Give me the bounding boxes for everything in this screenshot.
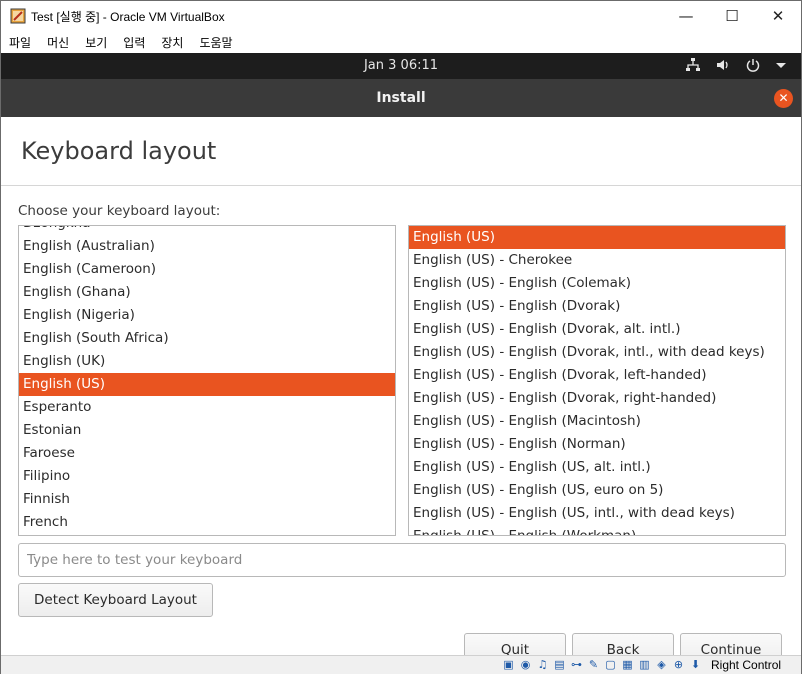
keyboard-test-input[interactable] [18,543,786,577]
optical-drive-icon[interactable]: ◉ [518,658,533,672]
guest-top-bar: Jan 3 06:11 [1,53,801,79]
host-key-label: Right Control [711,658,782,672]
clock[interactable]: Jan 3 06:11 [1,58,801,73]
list-item[interactable]: French [19,511,395,534]
virtualization-icon[interactable]: ▥ [637,658,652,672]
list-item[interactable]: English (US) - English (US, alt. intl.) [409,456,785,479]
list-item[interactable]: English (US) - English (Macintosh) [409,410,785,433]
layout-list[interactable]: DzongkhaEnglish (Australian)English (Cam… [18,225,396,536]
power-icon[interactable] [745,57,761,73]
list-item[interactable]: Faroese [19,442,395,465]
chevron-down-icon[interactable] [775,57,787,73]
display-icon[interactable]: ▢ [603,658,618,672]
menu-item-5[interactable]: 도움말 [191,31,240,53]
list-item[interactable]: English (UK) [19,350,395,373]
audio-icon[interactable]: ♫ [535,658,550,672]
installer-title: Install [376,90,426,106]
volume-icon[interactable] [715,57,731,73]
menu-item-0[interactable]: 파일 [1,31,39,53]
list-item[interactable]: Dzongkha [19,226,395,235]
list-item[interactable]: English (Cameroon) [19,258,395,281]
minimize-icon: — [678,7,694,25]
video-capture-icon[interactable]: ▦ [620,658,635,672]
menu-item-4[interactable]: 장치 [153,31,191,53]
hard-disk-icon[interactable]: ▣ [501,658,516,672]
close-window-button[interactable]: ✕ [755,1,801,31]
minimize-button[interactable]: — [663,1,709,31]
virtualbox-window: Test [실행 중] - Oracle VM VirtualBox — ☐ ✕… [0,0,802,674]
list-item[interactable]: English (US) - English (Dvorak, right-ha… [409,387,785,410]
vm-status-bar: ▣ ◉ ♫ ▤ ⊶ ✎ ▢ ▦ ▥ ◈ ⊕ ⬇ Right Control [1,655,801,674]
list-item[interactable]: English (Nigeria) [19,304,395,327]
cpu-icon[interactable]: ◈ [654,658,669,672]
list-item[interactable]: English (South Africa) [19,327,395,350]
page-title: Keyboard layout [21,137,217,165]
virtualbox-app-icon [10,8,26,24]
list-item[interactable]: Esperanto [19,396,395,419]
list-item[interactable]: English (US) - Cherokee [409,249,785,272]
list-item[interactable]: English (Australian) [19,235,395,258]
mouse-integration-icon[interactable]: ⊕ [671,658,686,672]
list-item[interactable]: English (US) [409,226,785,249]
menu-item-3[interactable]: 입력 [115,31,153,53]
installer-header: Install ✕ [1,79,801,117]
list-item[interactable]: English (US) - English (Dvorak, left-han… [409,364,785,387]
list-item[interactable]: English (US) - English (Dvorak, alt. int… [409,318,785,341]
divider [1,185,801,186]
list-item[interactable]: English (US) - English (US, intl., with … [409,502,785,525]
list-item[interactable]: English (US) - English (Norman) [409,433,785,456]
list-item[interactable]: English (US) - English (Dvorak, intl., w… [409,341,785,364]
list-item[interactable]: English (US) - English (Workman) [409,525,785,535]
title-bar: Test [실행 중] - Oracle VM VirtualBox — ☐ ✕ [1,1,801,31]
network-icon[interactable] [685,57,701,73]
list-item[interactable]: English (US) - English (US, euro on 5) [409,479,785,502]
list-item[interactable]: English (Ghana) [19,281,395,304]
menu-bar: 파일 머신 보기 입력 장치 도움말 [1,31,801,53]
status-icons: ▣ ◉ ♫ ▤ ⊶ ✎ ▢ ▦ ▥ ◈ ⊕ ⬇ [501,658,703,672]
menu-item-1[interactable]: 머신 [39,31,77,53]
installer-close-button[interactable]: ✕ [774,89,793,108]
variant-list[interactable]: English (US) English (US) - Cherokee Engli… [408,225,786,536]
list-item[interactable]: English (US) [19,373,395,396]
close-icon: ✕ [778,91,789,105]
shared-folders-icon[interactable]: ✎ [586,658,601,672]
installer-content: Keyboard layout Choose your keyboard lay… [1,117,801,667]
list-item[interactable]: Filipino [19,465,395,488]
network-adapter-icon[interactable]: ▤ [552,658,567,672]
detect-keyboard-layout-button[interactable]: Detect Keyboard Layout [18,583,213,617]
list-item[interactable]: Finnish [19,488,395,511]
list-item[interactable]: English (US) - English (Colemak) [409,272,785,295]
list-item[interactable]: English (US) - English (Dvorak) [409,295,785,318]
layout-prompt-label: Choose your keyboard layout: [18,203,221,219]
system-tray[interactable] [685,57,787,73]
close-icon: ✕ [771,7,785,25]
menu-item-2[interactable]: 보기 [77,31,115,53]
keyboard-capture-icon[interactable]: ⬇ [688,658,703,672]
maximize-button[interactable]: ☐ [709,1,755,31]
usb-icon[interactable]: ⊶ [569,658,584,672]
list-item[interactable]: Estonian [19,419,395,442]
maximize-icon: ☐ [725,7,739,25]
window-title: Test [실행 중] - Oracle VM VirtualBox [31,10,225,24]
